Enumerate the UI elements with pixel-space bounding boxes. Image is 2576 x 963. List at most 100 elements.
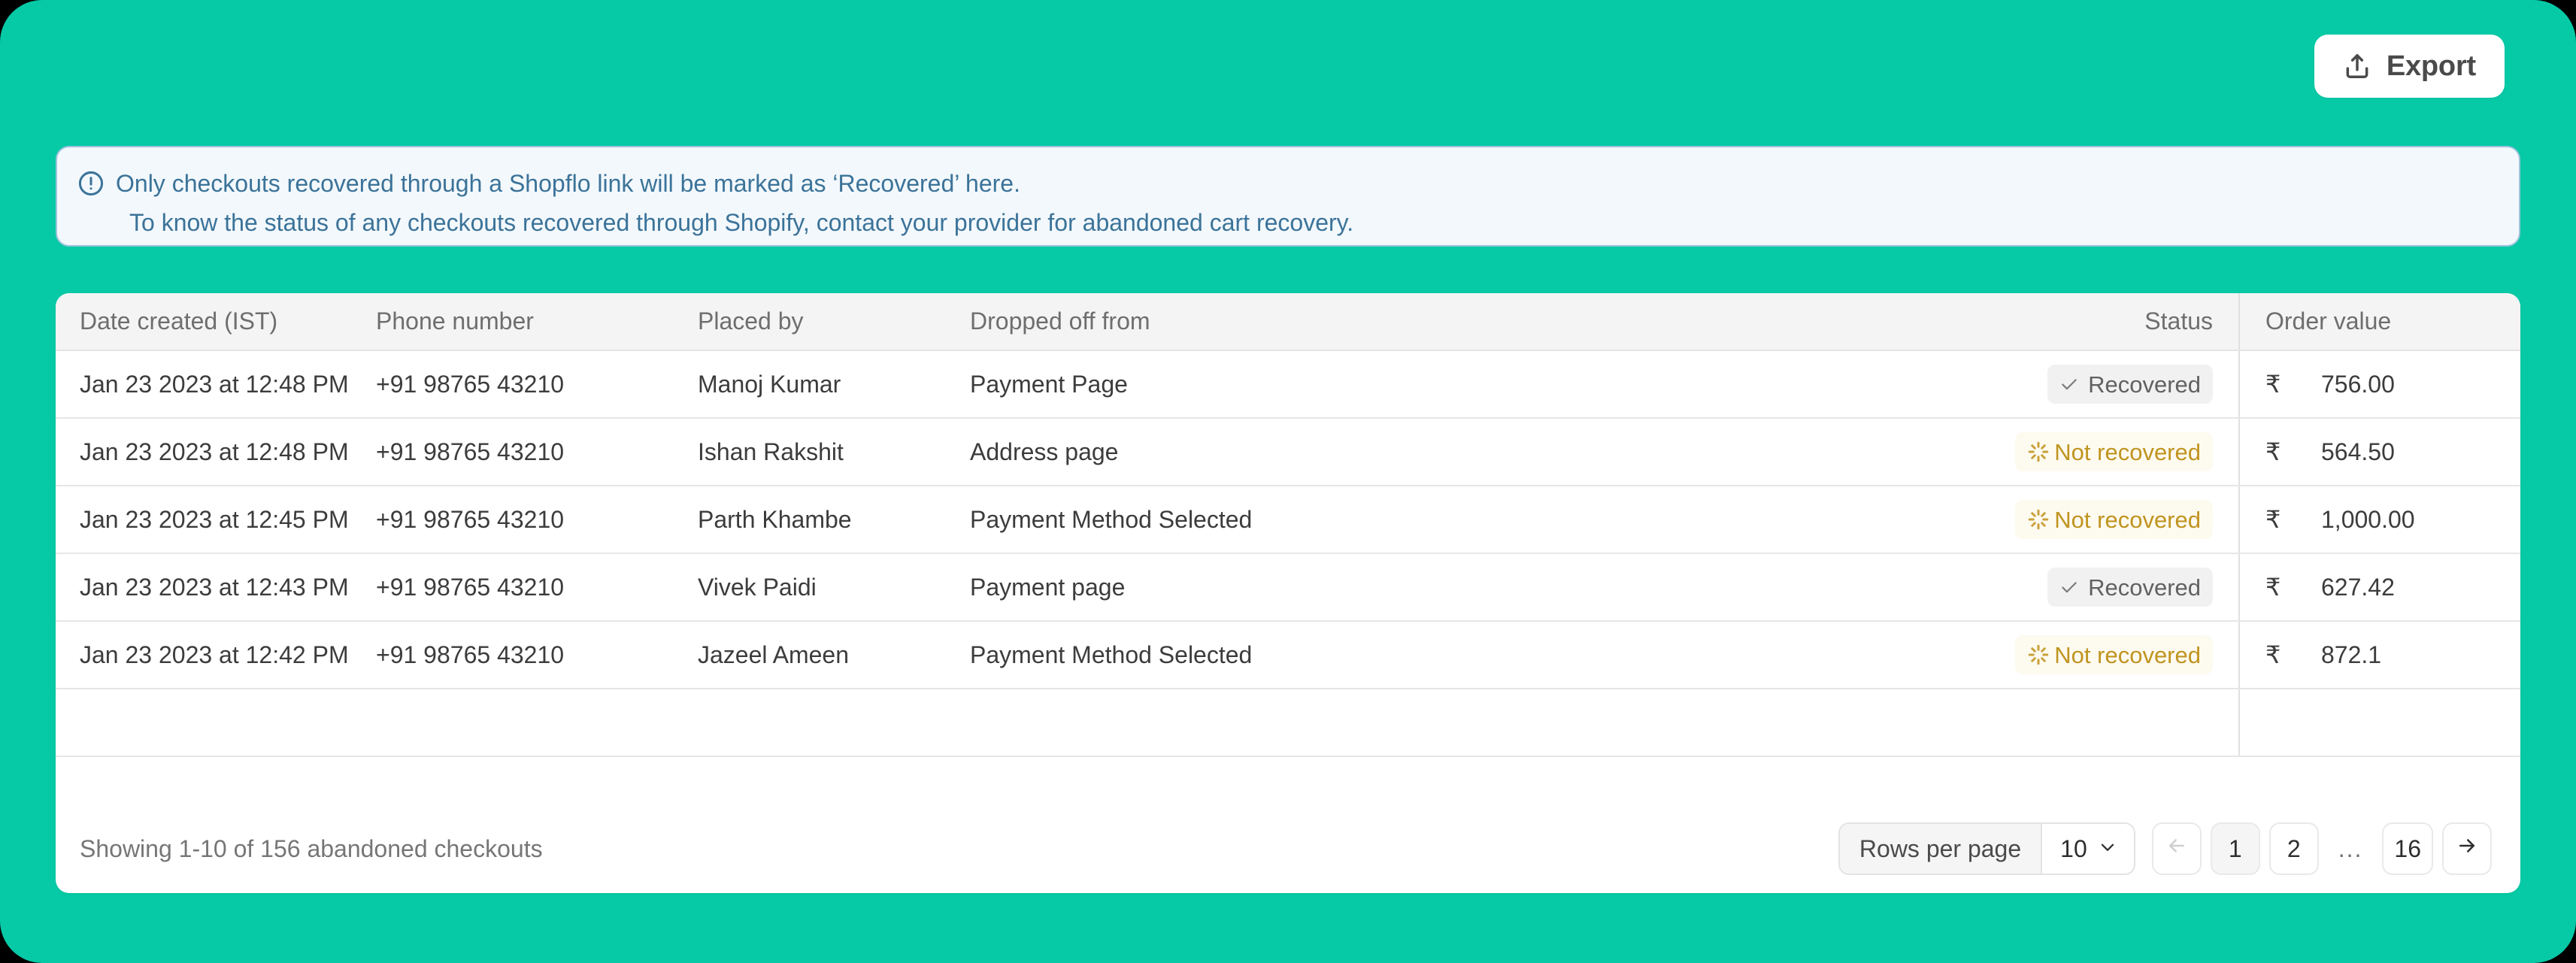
cell-status: Not recovered [1841, 621, 2239, 689]
cell-placed: Manoj Kumar [674, 350, 946, 419]
status-badge-label: Recovered [2088, 371, 2201, 398]
spinner-burst-icon [2027, 441, 2050, 463]
cell-phone: +91 98765 43210 [352, 486, 674, 554]
spinner-burst-icon [2027, 644, 2050, 666]
arrow-right-icon [2456, 834, 2478, 863]
cell-phone: +91 98765 43210 [352, 350, 674, 419]
currency-symbol: ₹ [2265, 438, 2281, 465]
cell-order-value: ₹ 564.50 [2238, 418, 2520, 486]
order-amount: 756.00 [2321, 370, 2395, 398]
upload-share-icon [2343, 51, 2371, 81]
check-icon [2059, 374, 2079, 394]
cell-dropped: Payment Method Selected [946, 621, 1841, 689]
order-amount: 564.50 [2321, 438, 2395, 465]
showing-count-label: Showing 1-10 of 156 abandoned checkouts [80, 834, 543, 862]
cell-placed: Parth Khambe [674, 486, 946, 554]
abandoned-checkouts-card: Date created (IST) Phone number Placed b… [56, 293, 2520, 893]
table-empty-row [56, 689, 2520, 757]
currency-symbol: ₹ [2265, 574, 2281, 601]
cell-phone: +91 98765 43210 [352, 553, 674, 622]
cell-phone: +91 98765 43210 [352, 621, 674, 689]
cell-empty [56, 689, 352, 757]
toolbar: Export [0, 0, 2576, 140]
status-badge-label: Recovered [2088, 574, 2201, 601]
exclamation-circle-icon [77, 169, 105, 201]
cell-dropped: Address page [946, 418, 1841, 486]
cell-empty [2238, 689, 2520, 757]
page-button-1[interactable]: 1 [2210, 822, 2260, 875]
column-header-phone: Phone number [352, 293, 674, 351]
export-button[interactable]: Export [2314, 35, 2505, 98]
cell-order-value: ₹ 627.42 [2238, 553, 2520, 622]
cell-phone: +91 98765 43210 [352, 418, 674, 486]
cell-dropped: Payment Method Selected [946, 486, 1841, 554]
column-header-value: Order value [2238, 293, 2520, 351]
cell-placed: Vivek Paidi [674, 553, 946, 622]
table-row[interactable]: Jan 23 2023 at 12:48 PM +91 98765 43210 … [56, 418, 2520, 486]
table-row[interactable]: Jan 23 2023 at 12:45 PM +91 98765 43210 … [56, 486, 2520, 554]
table-row[interactable]: Jan 23 2023 at 12:43 PM +91 98765 43210 … [56, 553, 2520, 622]
status-badge: Recovered [2047, 365, 2213, 404]
status-badge: Not recovered [2015, 635, 2213, 674]
export-button-label: Export [2386, 50, 2476, 82]
alert-line-2: To know the status of any checkouts reco… [129, 209, 1354, 236]
prev-page-button[interactable] [2151, 822, 2202, 875]
status-badge: Recovered [2047, 568, 2213, 607]
cell-date: Jan 23 2023 at 12:45 PM [56, 486, 352, 554]
arrow-left-icon [2165, 834, 2188, 863]
page-ellipsis: ... [2338, 834, 2363, 862]
rows-per-page-label: Rows per page [1839, 824, 2041, 874]
currency-symbol: ₹ [2265, 371, 2281, 398]
cell-empty [352, 689, 674, 757]
order-amount: 1,000.00 [2321, 505, 2415, 533]
cell-order-value: ₹ 872.1 [2238, 621, 2520, 689]
cell-date: Jan 23 2023 at 12:43 PM [56, 553, 352, 622]
cell-date: Jan 23 2023 at 12:48 PM [56, 418, 352, 486]
cell-placed: Jazeel Ameen [674, 621, 946, 689]
page-button-16[interactable]: 16 [2382, 822, 2433, 875]
cell-order-value: ₹ 1,000.00 [2238, 486, 2520, 554]
order-amount: 872.1 [2321, 640, 2382, 668]
cell-empty [946, 689, 1841, 757]
cell-dropped: Payment page [946, 553, 1841, 622]
status-badge-label: Not recovered [2054, 438, 2201, 465]
next-page-button[interactable] [2442, 822, 2492, 875]
chevron-down-icon [2098, 835, 2117, 863]
check-icon [2059, 577, 2079, 597]
currency-symbol: ₹ [2265, 506, 2281, 533]
page-buttons: 1 2 ... 16 [2151, 822, 2492, 875]
rows-per-page-value: 10 [2060, 834, 2087, 862]
column-header-date: Date created (IST) [56, 293, 352, 351]
table-row[interactable]: Jan 23 2023 at 12:48 PM +91 98765 43210 … [56, 350, 2520, 419]
cell-date: Jan 23 2023 at 12:42 PM [56, 621, 352, 689]
status-badge: Not recovered [2015, 500, 2213, 539]
app-surface: Export Only checkouts recovered through … [0, 0, 2576, 963]
column-header-dropped: Dropped off from [946, 293, 1841, 351]
cell-status: Not recovered [1841, 486, 2239, 554]
status-badge-label: Not recovered [2054, 506, 2201, 533]
currency-symbol: ₹ [2265, 641, 2281, 668]
cell-placed: Ishan Rakshit [674, 418, 946, 486]
cell-date: Jan 23 2023 at 12:48 PM [56, 350, 352, 419]
table-header-row: Date created (IST) Phone number Placed b… [56, 293, 2520, 351]
cell-status: Recovered [1841, 553, 2239, 622]
column-header-placed: Placed by [674, 293, 946, 351]
pagination: Rows per page 10 1 2 ... 16 [1838, 822, 2492, 875]
rows-per-page-control[interactable]: Rows per page 10 [1838, 822, 2135, 875]
status-badge-label: Not recovered [2054, 641, 2201, 668]
cell-empty [1841, 689, 2239, 757]
cell-dropped: Payment Page [946, 350, 1841, 419]
abandoned-checkouts-table: Date created (IST) Phone number Placed b… [56, 293, 2520, 757]
order-amount: 627.42 [2321, 573, 2395, 601]
info-alert: Only checkouts recovered through a Shopf… [56, 146, 2520, 247]
rows-per-page-select[interactable]: 10 [2041, 824, 2134, 874]
cell-empty [674, 689, 946, 757]
table-footer: Showing 1-10 of 156 abandoned checkouts … [56, 804, 2520, 893]
cell-order-value: ₹ 756.00 [2238, 350, 2520, 419]
status-badge: Not recovered [2015, 432, 2213, 471]
table-row[interactable]: Jan 23 2023 at 12:42 PM +91 98765 43210 … [56, 621, 2520, 689]
page-button-2[interactable]: 2 [2268, 822, 2319, 875]
column-header-status: Status [1841, 293, 2239, 351]
cell-status: Not recovered [1841, 418, 2239, 486]
spinner-burst-icon [2027, 508, 2050, 531]
